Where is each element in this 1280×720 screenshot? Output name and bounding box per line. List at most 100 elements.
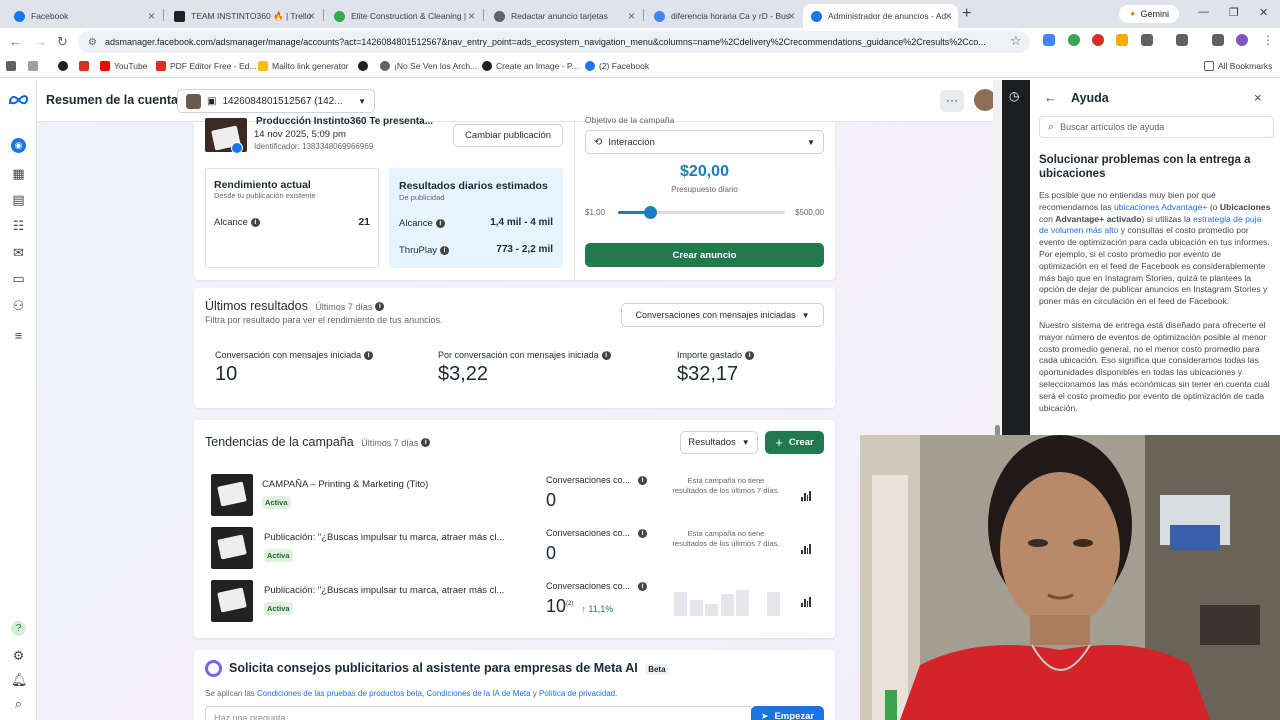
tab-redactar[interactable]: Redactar anuncio tarjetas ×: [486, 4, 641, 28]
search-icon[interactable]: ⌕: [11, 696, 26, 711]
bookmark-mailto[interactable]: Mailto link generator: [258, 61, 349, 71]
create-button[interactable]: + Crear: [765, 431, 824, 454]
site-info-icon[interactable]: ⚙: [88, 37, 97, 48]
terms-link[interactable]: Condiciones de la IA de Meta: [427, 689, 531, 698]
help-icon[interactable]: ?: [11, 621, 26, 636]
back-arrow-icon[interactable]: ←: [1044, 90, 1057, 105]
table-row[interactable]: CAMPAÑA – Printing & Marketing (Tito) Ac…: [194, 472, 835, 517]
new-tab-button[interactable]: +: [962, 5, 971, 23]
table-row[interactable]: Publicación: "¿Buscas impulsar tu marca,…: [194, 578, 835, 623]
opera-icon[interactable]: [1092, 34, 1104, 46]
ad-name[interactable]: Publicación: "¿Buscas impulsar tu marca,…: [264, 532, 534, 543]
tab-facebook[interactable]: Facebook ×: [6, 4, 161, 28]
campaign-name[interactable]: CAMPAÑA – Printing & Marketing (Tito): [262, 479, 532, 490]
bookmark-facebook[interactable]: (2) Facebook: [585, 61, 649, 71]
privacy-link[interactable]: Política de privacidad: [539, 689, 615, 698]
bookmark-item[interactable]: [79, 61, 89, 71]
create-ad-button[interactable]: Crear anuncio: [585, 243, 824, 267]
grid-icon[interactable]: [28, 61, 38, 71]
bookmark-pdf-editor[interactable]: PDF Editor Free - Ed...: [156, 61, 256, 71]
browser-toolbar: ← → ↻ ⚙ adsmanager.facebook.com/adsmanag…: [0, 28, 1280, 56]
terms-link[interactable]: Condiciones de las pruebas de productos …: [257, 689, 422, 698]
bar-chart-icon[interactable]: [801, 597, 811, 607]
extension-icon[interactable]: [1116, 34, 1128, 46]
meta-logo-icon[interactable]: [8, 94, 29, 106]
bookmark-item[interactable]: [358, 61, 372, 71]
translate-icon[interactable]: [1043, 34, 1055, 46]
tab-trello[interactable]: TEAM INSTINTO360 🔥 | Trello ×: [166, 4, 321, 28]
media-icon[interactable]: [1212, 34, 1224, 46]
close-icon[interactable]: ×: [628, 9, 635, 23]
more-options-button[interactable]: ···: [940, 90, 964, 112]
results-filter-dropdown[interactable]: Conversaciones con mensajes iniciadas ▼: [621, 303, 824, 327]
reports-icon[interactable]: ▤: [11, 192, 26, 207]
bar-chart-icon[interactable]: [801, 544, 811, 554]
tab-google[interactable]: diferencia horaria Ca y rD - Bus ×: [646, 4, 801, 28]
info-icon: i: [421, 438, 431, 448]
billing-icon[interactable]: ▭: [11, 271, 26, 286]
ai-question-input[interactable]: Haz una pregunta: [205, 706, 752, 720]
objective-label: Objetivo de la campaña: [585, 115, 675, 125]
sidepanel-icon[interactable]: [1176, 34, 1188, 46]
window-close-icon[interactable]: ✕: [1259, 6, 1268, 19]
apps-icon[interactable]: [6, 61, 16, 71]
account-selector[interactable]: ▣ 1426084801512567 (142... ▼: [177, 89, 375, 113]
notifications-bell-icon[interactable]: 🔔︎: [11, 672, 28, 687]
reload-icon[interactable]: ↻: [57, 34, 68, 50]
gemini-button[interactable]: ✦ Gemini: [1119, 5, 1180, 23]
start-button[interactable]: ➤ Empezar: [751, 706, 824, 720]
change-publication-button[interactable]: Cambiar publicación: [453, 124, 563, 147]
bookmark-create-image[interactable]: Create an Image - P...: [482, 61, 579, 71]
openai-icon: [482, 61, 492, 71]
close-icon[interactable]: ×: [148, 9, 155, 23]
advertising-icon[interactable]: ✉: [11, 245, 26, 260]
menu-dots-icon[interactable]: ⋮: [1262, 33, 1274, 47]
metric-cost-per-conversation: Por conversación con mensajes iniciada i …: [438, 350, 611, 386]
info-icon: i: [375, 302, 385, 312]
campaigns-table-icon[interactable]: ▦: [11, 166, 26, 181]
bookmark-item[interactable]: [58, 61, 72, 71]
metric-label: Importe gastado i: [677, 350, 755, 361]
bookmark-youtube[interactable]: YouTube: [100, 61, 147, 71]
close-icon[interactable]: ×: [308, 9, 315, 23]
close-icon[interactable]: ×: [788, 9, 795, 23]
forward-icon[interactable]: →: [34, 34, 47, 49]
profile-icon[interactable]: [1236, 34, 1248, 46]
slider-handle[interactable]: [643, 206, 657, 219]
tab-ads-manager[interactable]: Administrador de anuncios - Ad ×: [803, 4, 958, 28]
bookmarks-bar: YouTube PDF Editor Free - Ed... Mailto l…: [0, 56, 1280, 78]
help-search-input[interactable]: ⌕ Buscar artículos de ayuda: [1039, 116, 1274, 138]
budget-slider[interactable]: [618, 206, 785, 219]
beta-badge: Beta: [645, 664, 669, 675]
close-icon[interactable]: ×: [945, 9, 952, 23]
extension-icon[interactable]: [1068, 34, 1080, 46]
account-overview-icon[interactable]: ◉: [11, 138, 26, 153]
back-icon[interactable]: ←: [9, 34, 22, 49]
ad-name[interactable]: Publicación: "¿Buscas impulsar tu marca,…: [264, 585, 534, 596]
audiences-icon[interactable]: ☷: [11, 218, 26, 233]
close-icon[interactable]: ×: [468, 9, 475, 23]
superscript: (2): [566, 601, 574, 607]
menu-icon[interactable]: ≡: [11, 328, 26, 343]
events-manager-icon[interactable]: ⚇: [11, 298, 26, 313]
bookmark-archivos[interactable]: ¡No Se Ven los Arch...: [380, 61, 477, 71]
objective-dropdown[interactable]: ⟲ Interacción ▼: [585, 130, 824, 154]
address-bar[interactable]: ⚙ adsmanager.facebook.com/adsmanager/man…: [78, 31, 1030, 53]
puzzle-icon[interactable]: [1141, 34, 1153, 46]
minimize-icon[interactable]: —: [1198, 6, 1209, 18]
bar-chart-icon[interactable]: [801, 491, 811, 501]
restore-icon[interactable]: ❐: [1229, 6, 1239, 19]
tab-elite[interactable]: Elite Construction & Cleaning | ×: [326, 4, 481, 28]
bookmark-star-icon[interactable]: ☆: [1010, 33, 1022, 49]
history-icon[interactable]: ◷: [1009, 89, 1019, 103]
close-icon[interactable]: ×: [1254, 90, 1262, 105]
advantage-placements-link[interactable]: ubicaciones Advantage+: [1114, 202, 1207, 212]
meta-ai-title: Solicita consejos publicitarios al asist…: [229, 661, 638, 675]
settings-gear-icon[interactable]: ⚙: [11, 648, 26, 663]
gemini-icon: ✦: [1129, 8, 1137, 19]
all-bookmarks[interactable]: All Bookmarks: [1204, 61, 1272, 71]
results-dropdown[interactable]: Resultados ▼: [680, 431, 758, 454]
trend-sparkline: [674, 590, 782, 616]
metric-value: 0: [546, 490, 557, 510]
table-row[interactable]: Publicación: "¿Buscas impulsar tu marca,…: [194, 525, 835, 570]
